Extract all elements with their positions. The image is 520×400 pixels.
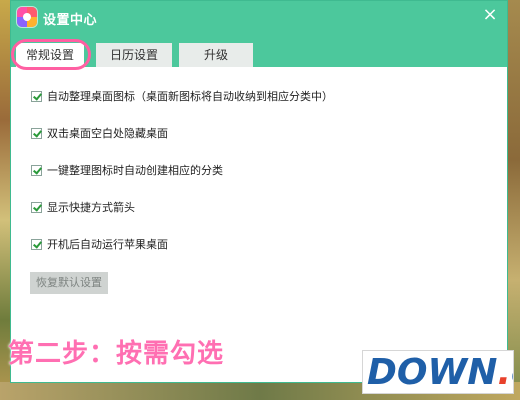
option-label: 双击桌面空白处隐藏桌面: [47, 127, 168, 140]
tab-upgrade[interactable]: 升级: [179, 43, 253, 67]
watermark-part: DOWN: [367, 352, 498, 393]
checkbox-checked-icon[interactable]: [31, 202, 42, 213]
step-annotation: 第二步：按需勾选: [8, 339, 225, 369]
checkbox-checked-icon[interactable]: [31, 239, 42, 250]
desktop-background-right: [508, 0, 520, 400]
checkbox-checked-icon[interactable]: [31, 91, 42, 102]
window-title: 设置中心: [43, 13, 98, 28]
settings-dialog: 设置中心 × 常规设置 日历设置 升级 自动整理桌面图标（桌面新图标将自动收纳到…: [10, 0, 508, 383]
tab-general-settings[interactable]: 常规设置: [16, 43, 84, 67]
app-logo-icon: [17, 7, 37, 27]
watermark-dot: .: [497, 352, 512, 393]
watermark-logo: DOWN.cc: [362, 350, 514, 394]
title-bar: 设置中心 × 常规设置 日历设置 升级: [11, 1, 507, 67]
checkbox-checked-icon[interactable]: [31, 128, 42, 139]
checkbox-checked-icon[interactable]: [31, 165, 42, 176]
option-label: 自动整理桌面图标（桌面新图标将自动收纳到相应分类中）: [47, 90, 333, 103]
watermark-part: cc: [511, 352, 513, 393]
restore-defaults-button[interactable]: 恢复默认设置: [30, 272, 108, 294]
option-label: 一键整理图标时自动创建相应的分类: [47, 164, 223, 177]
tab-bar: 常规设置 日历设置 升级: [11, 43, 507, 67]
close-icon[interactable]: ×: [479, 4, 501, 26]
tab-calendar-settings[interactable]: 日历设置: [96, 43, 172, 67]
option-label: 显示快捷方式箭头: [47, 201, 135, 214]
option-label: 开机后自动运行苹果桌面: [47, 238, 168, 251]
